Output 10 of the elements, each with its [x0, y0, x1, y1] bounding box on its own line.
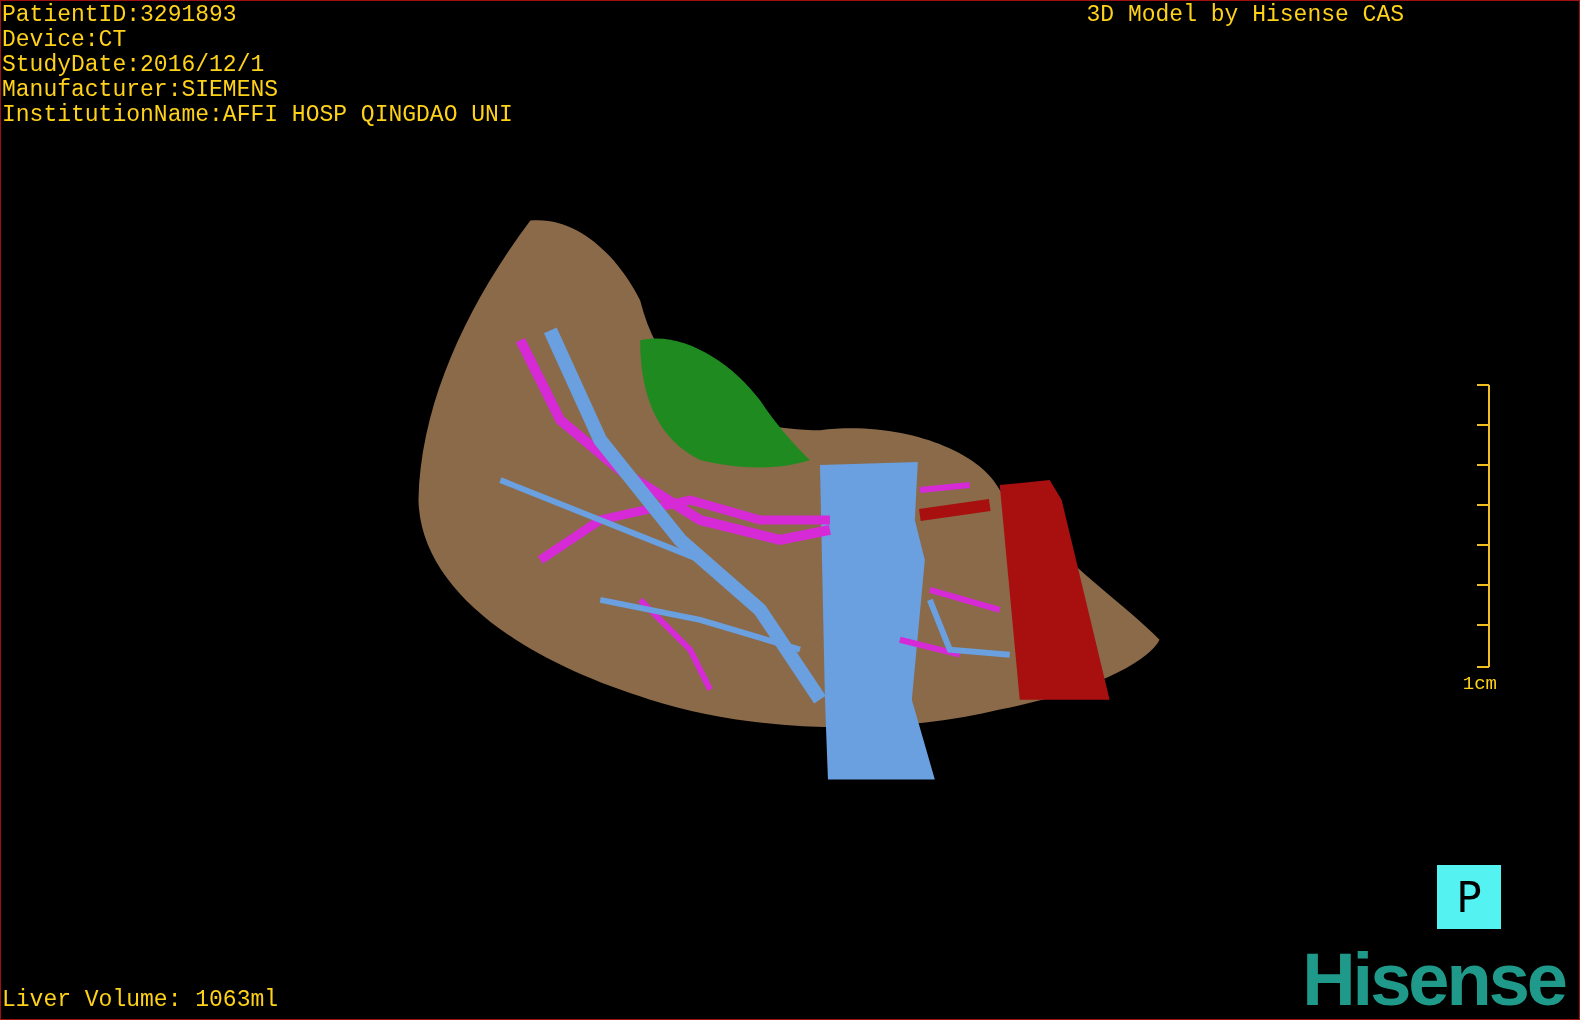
patient-info-line: InstitutionName:AFFI HOSP QINGDAO UNI [2, 103, 513, 128]
patient-info-line: PatientID:3291893 [2, 3, 237, 28]
model-credit: 3D Model by Hisense CAS [1086, 3, 1404, 30]
brand-logo: Hisense [1302, 947, 1565, 1013]
patient-info-line: Device:CT [2, 28, 127, 53]
orientation-marker: P [1437, 865, 1501, 929]
patient-info-line: StudyDate:2016/12/1 [2, 53, 265, 78]
liver-volume: Liver Volume: 1063ml [2, 988, 279, 1013]
patient-info-line: Manufacturer:SIEMENS [2, 78, 279, 103]
scale-label: 1cm [1462, 672, 1497, 697]
